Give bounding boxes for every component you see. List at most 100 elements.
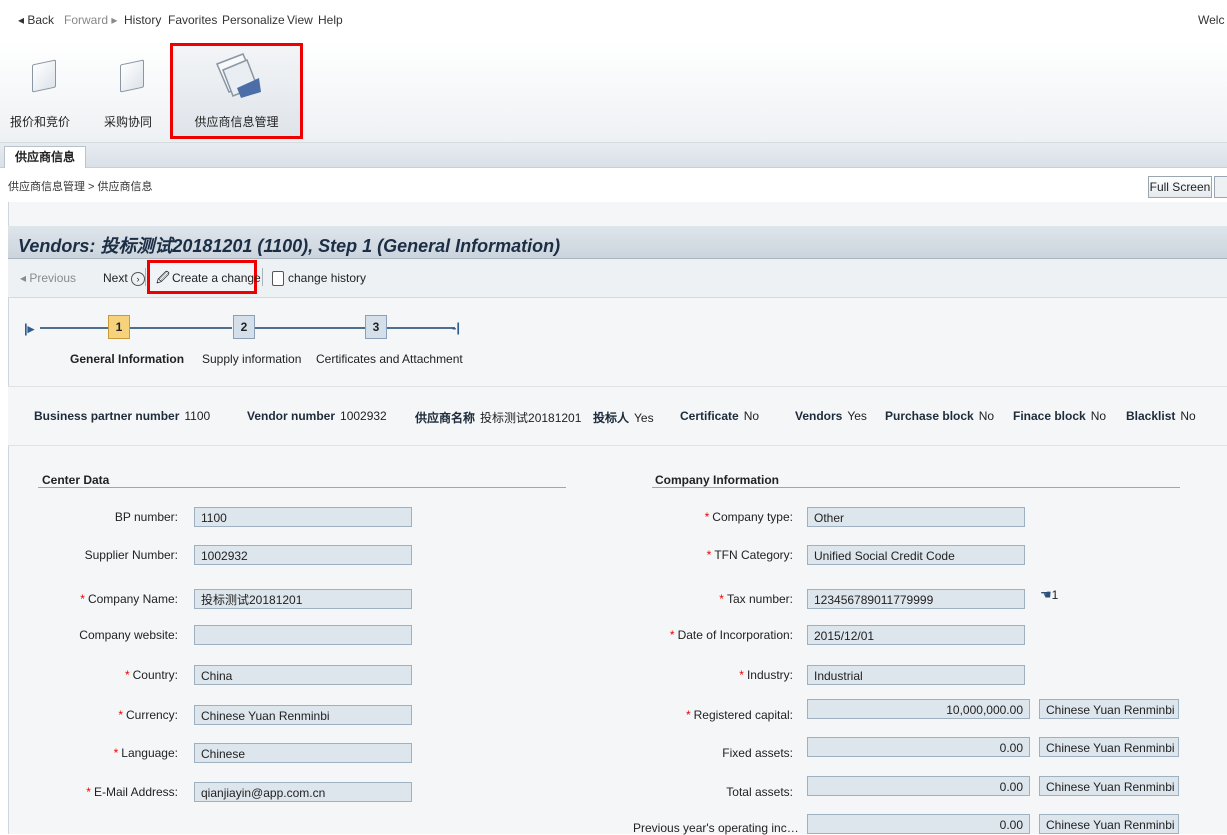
next-button[interactable]: Next › bbox=[103, 271, 146, 286]
operating-income-label: Previous year's operating inc… bbox=[633, 821, 799, 835]
country-label: * Country: bbox=[124, 668, 178, 682]
company-type-label: * Company type: bbox=[704, 510, 793, 524]
info-finace-block: Finace block No bbox=[1013, 409, 1107, 423]
total-assets-currency[interactable]: Chinese Yuan Renminbi bbox=[1039, 776, 1179, 796]
info-vendors: Vendors Yes bbox=[795, 409, 867, 423]
step-2[interactable]: 2 bbox=[233, 315, 255, 339]
registered-capital-currency[interactable]: Chinese Yuan Renminbi bbox=[1039, 699, 1179, 719]
menu-bar: ◂ Back Forward ▸ History Favorites Perso… bbox=[0, 0, 1227, 40]
language-field[interactable]: Chinese bbox=[194, 743, 412, 763]
info-vendor-name: 供应商名称 投标测试20181201 bbox=[415, 411, 582, 425]
fixed-assets-currency[interactable]: Chinese Yuan Renminbi bbox=[1039, 737, 1179, 757]
tax-number-label: * Tax number: bbox=[719, 592, 793, 606]
tab-vendor-info[interactable]: 供应商信息 bbox=[4, 146, 87, 168]
supplier-number-label: Supplier Number: bbox=[84, 548, 178, 562]
date-incorporation-label: * Date of Incorporation: bbox=[669, 628, 793, 642]
total-assets-label: Total assets: bbox=[726, 785, 793, 799]
menu-forward[interactable]: Forward ▸ bbox=[64, 13, 117, 27]
menu-favorites[interactable]: Favorites bbox=[168, 13, 217, 27]
change-history-label: change history bbox=[288, 271, 367, 285]
app-quote-bidding[interactable]: 报价和竞价 bbox=[10, 46, 70, 136]
page-title: Vendors: 投标测试20181201 (1100), Step 1 (Ge… bbox=[18, 236, 561, 256]
create-change-button[interactable]: 🖉 Create a change bbox=[147, 260, 261, 294]
step-3-label[interactable]: Certificates and Attachment bbox=[316, 352, 463, 366]
section-divider bbox=[38, 487, 566, 488]
total-assets-field[interactable]: 0.00 bbox=[807, 776, 1030, 796]
menu-help[interactable]: Help bbox=[318, 13, 343, 27]
breadcrumb[interactable]: 供应商信息管理 > 供应商信息 bbox=[8, 178, 153, 194]
center-data-title: Center Data bbox=[42, 473, 110, 487]
registered-capital-field[interactable]: 10,000,000.00 bbox=[807, 699, 1030, 719]
info-bidder: 投标人 Yes bbox=[593, 411, 654, 425]
roadmap-line bbox=[130, 327, 232, 329]
app-label: 报价和竞价 bbox=[10, 115, 71, 129]
bp-number-label: BP number: bbox=[114, 510, 178, 524]
folder-icon bbox=[120, 59, 144, 93]
app-launcher: 报价和竞价 采购协同 供应商信息管理 bbox=[0, 42, 1227, 143]
options-button[interactable] bbox=[1214, 176, 1227, 198]
step-3[interactable]: 3 bbox=[365, 315, 387, 339]
industry-label: * Industry: bbox=[739, 668, 793, 682]
roadmap-start-icon: |▸ bbox=[24, 321, 35, 336]
language-label: * Language: bbox=[113, 746, 178, 760]
roadmap-line bbox=[387, 327, 455, 329]
tfn-category-label: * TFN Category: bbox=[706, 548, 793, 562]
separator bbox=[262, 268, 263, 286]
scroll-icon bbox=[272, 271, 284, 287]
company-website-field[interactable] bbox=[194, 625, 412, 645]
info-purchase-block: Purchase block No bbox=[885, 409, 995, 423]
info-certificate: Certificate No bbox=[680, 409, 760, 423]
next-circle-icon: › bbox=[131, 271, 146, 286]
tfn-category-field[interactable]: Unified Social Credit Code bbox=[807, 545, 1025, 565]
app-procurement-collab[interactable]: 采购协同 bbox=[98, 46, 158, 136]
company-name-field[interactable]: 投标测试20181201 bbox=[194, 589, 412, 609]
tab-strip: 供应商信息 bbox=[0, 143, 1227, 168]
roadmap-line bbox=[40, 327, 108, 329]
change-history-button[interactable]: change history bbox=[272, 271, 367, 287]
step-1-label[interactable]: General Information bbox=[70, 352, 184, 366]
documents-icon bbox=[216, 53, 261, 98]
section-divider bbox=[652, 487, 1180, 488]
menu-personalize[interactable]: Personalize bbox=[222, 13, 285, 27]
step-1[interactable]: 1 bbox=[108, 315, 130, 339]
step-2-label[interactable]: Supply information bbox=[202, 352, 301, 366]
welcome-text: Welc bbox=[1198, 13, 1225, 27]
company-info-title: Company Information bbox=[655, 473, 780, 487]
email-field[interactable]: qianjiayin@app.com.cn bbox=[194, 782, 412, 802]
full-screen-button[interactable]: Full Screen bbox=[1148, 176, 1212, 198]
fixed-assets-label: Fixed assets: bbox=[722, 746, 793, 760]
info-vendor-number: Vendor number 1002932 bbox=[247, 409, 387, 423]
create-change-label: Create a change bbox=[172, 271, 261, 285]
currency-field[interactable]: Chinese Yuan Renminbi bbox=[194, 705, 412, 725]
menu-view[interactable]: View bbox=[287, 13, 313, 27]
fixed-assets-field[interactable]: 0.00 bbox=[807, 737, 1030, 757]
folder-icon bbox=[32, 59, 56, 93]
tax-number-field[interactable]: 123456789011779999 bbox=[807, 589, 1025, 609]
previous-button[interactable]: ◂ Previous bbox=[20, 271, 76, 285]
email-label: * E-Mail Address: bbox=[86, 785, 178, 799]
operating-income-currency[interactable]: Chinese Yuan Renminbi bbox=[1039, 814, 1179, 834]
next-label: Next bbox=[103, 271, 128, 285]
separator bbox=[145, 268, 146, 286]
registered-capital-label: * Registered capital: bbox=[685, 708, 793, 722]
supplier-number-field[interactable]: 1002932 bbox=[194, 545, 412, 565]
company-type-field[interactable]: Other bbox=[807, 507, 1025, 527]
bp-number-field[interactable]: 1100 bbox=[194, 507, 412, 527]
menu-back[interactable]: ◂ Back bbox=[18, 13, 54, 27]
company-name-label: * Company Name: bbox=[80, 592, 178, 606]
currency-label: * Currency: bbox=[118, 708, 178, 722]
attachment-count: 1 bbox=[1051, 588, 1059, 602]
roadmap-line bbox=[255, 327, 365, 329]
industry-field[interactable]: Industrial bbox=[807, 665, 1025, 685]
app-label: 采购协同 bbox=[103, 115, 152, 129]
date-incorporation-field[interactable]: 2015/12/01 bbox=[807, 625, 1025, 645]
company-website-label: Company website: bbox=[79, 628, 178, 642]
country-field[interactable]: China bbox=[194, 665, 412, 685]
roadmap-end-icon: -| bbox=[452, 320, 460, 335]
edit-document-icon: 🖉 bbox=[156, 270, 170, 285]
operating-income-field[interactable]: 0.00 bbox=[807, 814, 1030, 834]
menu-history[interactable]: History bbox=[124, 13, 161, 27]
info-blacklist: Blacklist No bbox=[1126, 409, 1196, 423]
tax-number-attachment[interactable]: ☚1 bbox=[1040, 587, 1058, 603]
app-vendor-info-mgmt[interactable]: 供应商信息管理 bbox=[170, 43, 303, 139]
